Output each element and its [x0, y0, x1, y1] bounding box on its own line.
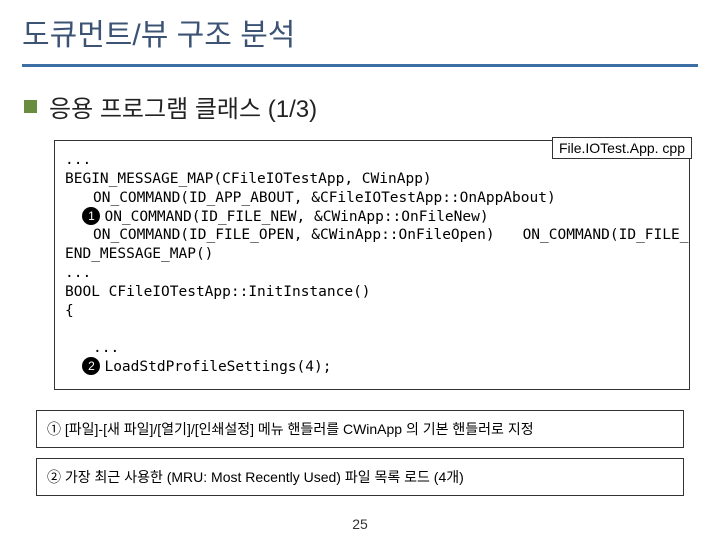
section-heading-row: 응용 프로그램 클래스 (1/3): [24, 89, 698, 124]
code-line: 2LoadStdProfileSettings(4);: [65, 358, 679, 377]
code-line: ...: [65, 264, 679, 283]
code-block: ... BEGIN_MESSAGE_MAP(CFileIOTestApp, CWi…: [54, 140, 690, 390]
code-line: BOOL CFileIOTestApp::InitInstance(): [65, 283, 679, 302]
marker-2-icon: 2: [82, 357, 100, 375]
code-line: END_MESSAGE_MAP(): [65, 245, 679, 264]
note-2: ② 가장 최근 사용한 (MRU: Most Recently Used) 파일…: [36, 458, 684, 496]
section-heading: 응용 프로그램 클래스 (1/3): [49, 89, 317, 124]
marker-1-icon: 1: [82, 207, 100, 225]
square-bullet-icon: [24, 100, 37, 113]
slide: 도큐먼트/뷰 구조 분석 응용 프로그램 클래스 (1/3) File.IOTe…: [0, 0, 720, 540]
code-line: 1ON_COMMAND(ID_FILE_NEW, &CWinApp::OnFil…: [65, 208, 679, 227]
page-title: 도큐먼트/뷰 구조 분석: [22, 10, 698, 67]
code-line: ON_COMMAND(ID_FILE_OPEN, &CWinApp::OnFil…: [65, 226, 495, 245]
code-line: BEGIN_MESSAGE_MAP(CFileIOTestApp, CWinAp…: [65, 170, 679, 189]
code-line: ON_COMMAND(ID_FILE_PRINT_SETUP, &CWinApp…: [495, 226, 690, 245]
code-block-wrap: File.IOTest.App. cpp ... BEGIN_MESSAGE_MA…: [54, 140, 690, 390]
note-1: ① [파일]-[새 파일]/[열기]/[인쇄설정] 메뉴 핸들러를 CWinAp…: [36, 410, 684, 448]
code-text: LoadStdProfileSettings(4);: [104, 359, 331, 375]
code-line: ON_COMMAND(ID_APP_ABOUT, &CFileIOTestApp…: [65, 189, 556, 208]
code-line: {: [65, 302, 679, 321]
code-text: ON_COMMAND(ID_FILE_NEW, &CWinApp::OnFile…: [104, 209, 488, 225]
filename-tag: File.IOTest.App. cpp: [552, 137, 692, 159]
page-number: 25: [0, 516, 720, 532]
code-line: ...: [65, 339, 119, 358]
